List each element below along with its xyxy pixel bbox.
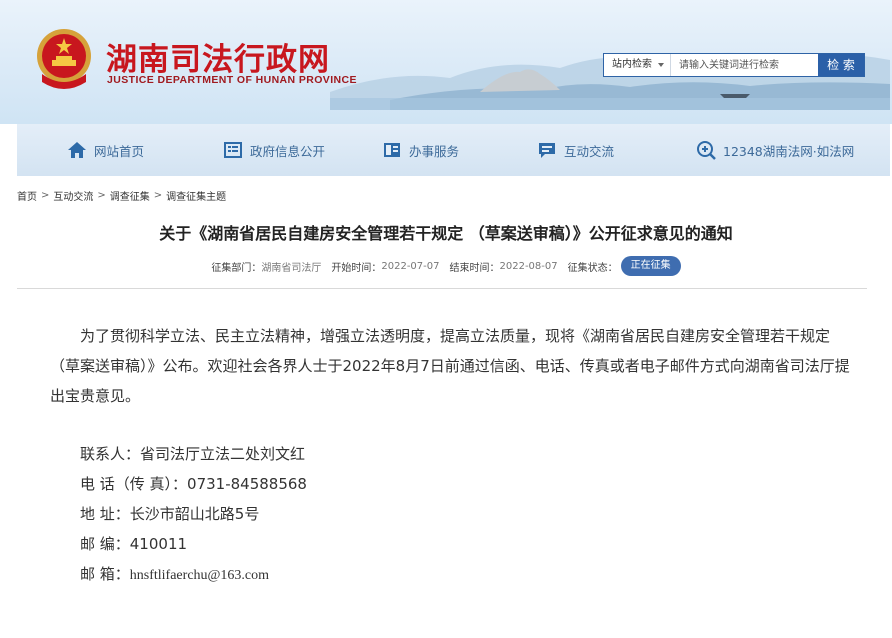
search-plus-icon [695,139,717,161]
divider [17,288,867,289]
breadcrumb-separator: > [41,190,50,201]
nav-item-label: 互动交流 [564,143,615,159]
contact-email-row: 邮 箱：hnsftlifaerchu@163.com [80,559,307,589]
home-icon [66,139,88,161]
dept-label: 征集部门： [211,262,262,274]
nav-item-label: 政府信息公开 [250,143,326,159]
nav-item-services[interactable]: 办事服务 [381,124,459,176]
article-meta: 征集部门： 湖南省司法厅 开始时间： 2022-07-07 结束时间： 2022… [0,256,892,276]
main-nav: 网站首页 政府信息公开 办事服务 互动交流 12348湖南法网·如法网 [17,124,890,176]
status-label: 征集状态： [567,262,618,274]
breadcrumb-link-survey[interactable]: 调查征集 [110,188,150,203]
search-scope-select[interactable]: 站内检索 [604,54,671,76]
start-label: 开始时间： [331,262,382,274]
breadcrumb-separator: > [97,190,106,201]
national-emblem-icon [37,29,91,89]
search-scope-label: 站内检索 [612,59,652,70]
nav-item-interaction[interactable]: 互动交流 [536,124,614,176]
chevron-down-icon [658,63,664,67]
list-icon [222,139,244,161]
chat-icon [536,139,558,161]
contact-address: 地 址：长沙市韶山北路5号 [80,505,260,523]
contact-email[interactable]: hnsftlifaerchu@163.com [130,568,269,583]
contact-postcode: 邮 编：410011 [80,535,188,553]
contact-email-label: 邮 箱： [80,565,130,583]
nav-item-law-network[interactable]: 12348湖南法网·如法网 [695,124,854,176]
breadcrumb: 首页 > 互动交流 > 调查征集 > 调查征集主题 [17,188,226,203]
article-body: 为了贯彻科学立法、民主立法精神，增强立法透明度，提高立法质量，现将《湖南省居民自… [50,327,850,405]
breadcrumb-link-interaction[interactable]: 互动交流 [53,188,93,203]
nav-item-home[interactable]: 网站首页 [66,124,144,176]
contact-phone: 电 话（传 真）：0731-84588568 [80,475,307,493]
search-input[interactable] [671,54,818,76]
site-subtitle: JUSTICE DEPARTMENT OF HUNAN PROVINCE [107,74,357,86]
contact-person: 联系人：省司法厅立法二处刘文红 [80,445,306,463]
breadcrumb-link-survey-topic[interactable]: 调查征集主题 [166,188,226,203]
dept-value: 湖南省司法厅 [261,262,322,274]
end-date: 2022-08-07 [499,260,558,272]
nav-item-label: 办事服务 [409,143,460,159]
breadcrumb-separator: > [153,190,163,201]
article-title: 关于《湖南省居民自建房安全管理若干规定 （草案送审稿）》公开征求意见的通知 [159,224,733,243]
nav-item-label: 12348湖南法网·如法网 [723,143,855,159]
search-button[interactable]: 检 索 [818,54,864,76]
site-title[interactable]: 湖南司法行政网 [106,34,330,79]
breadcrumb-link-home[interactable]: 首页 [17,188,37,203]
end-label: 结束时间： [449,262,500,274]
contact-info: 联系人：省司法厅立法二处刘文红 电 话（传 真）：0731-84588568 地… [80,439,307,589]
book-icon [381,139,403,161]
site-banner: 湖南司法行政网 JUSTICE DEPARTMENT OF HUNAN PROV… [0,0,892,124]
status-badge: 正在征集 [620,256,681,276]
nav-item-gov-info[interactable]: 政府信息公开 [222,124,325,176]
search-bar: 站内检索 检 索 [603,53,865,77]
nav-item-label: 网站首页 [94,143,145,159]
start-date: 2022-07-07 [381,260,440,272]
